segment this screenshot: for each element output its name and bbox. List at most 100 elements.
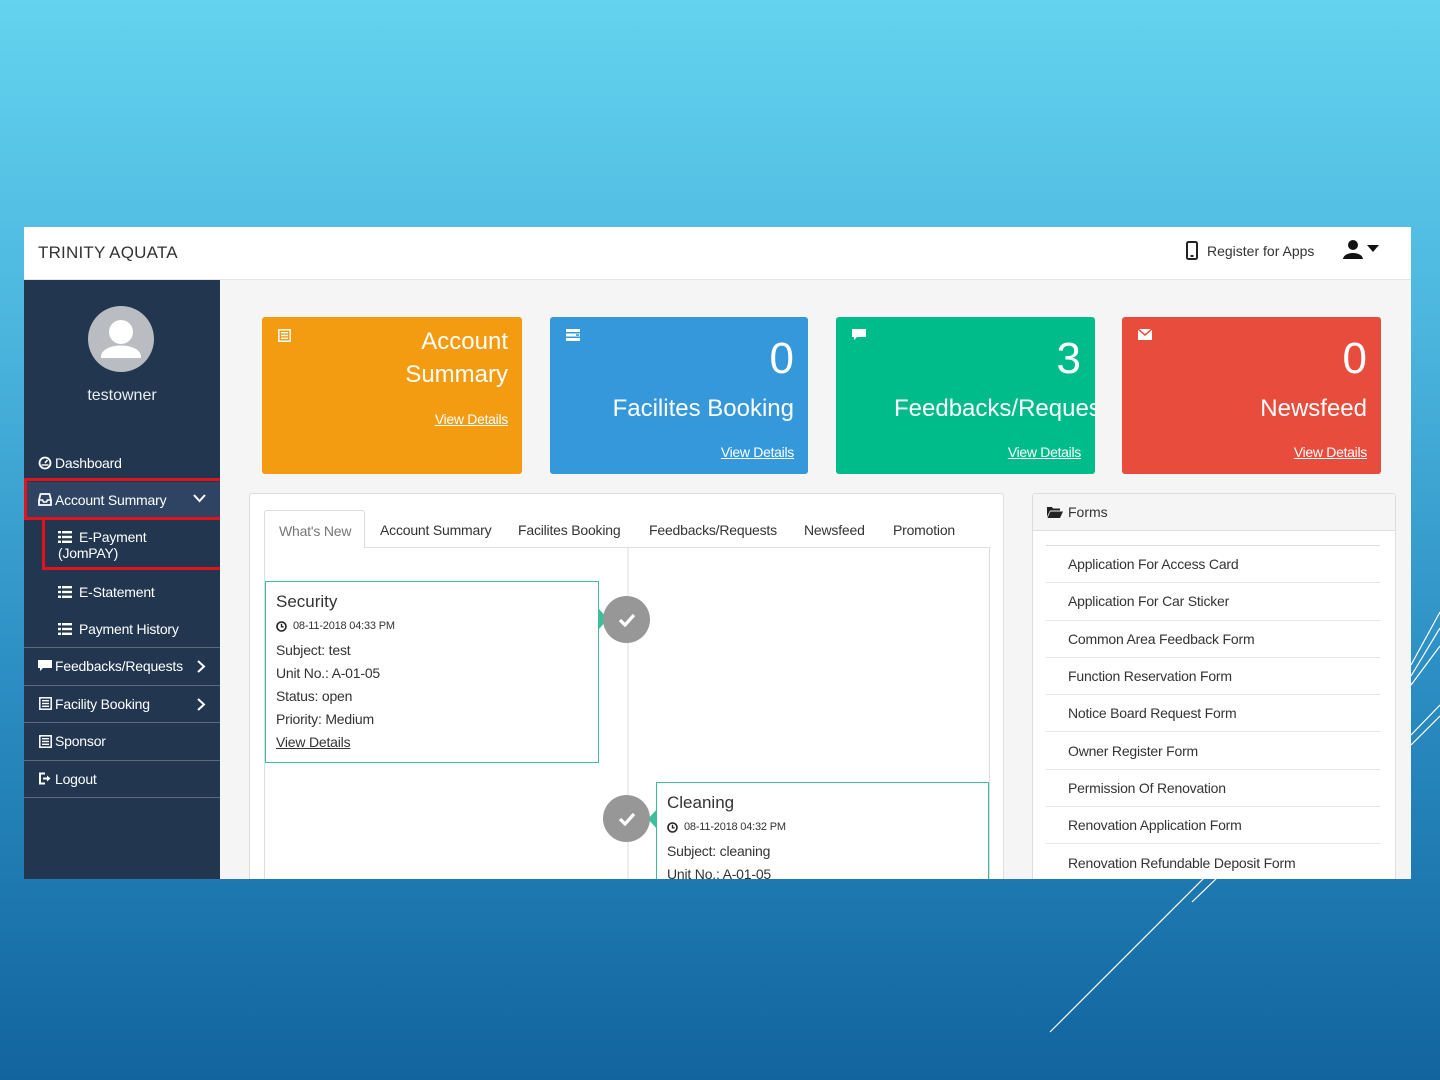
avatar — [88, 306, 154, 372]
main-content: Account Summary View Details 0 Facilites… — [220, 280, 1411, 879]
post-date: 08-11-2018 04:32 PM — [667, 821, 978, 833]
user-icon — [1343, 240, 1363, 259]
facilities-booking-card: 0 Facilites Booking View Details — [550, 317, 808, 474]
view-details-link[interactable]: View Details — [1008, 444, 1081, 460]
sidebar-item-dashboard[interactable]: Dashboard — [24, 444, 220, 482]
tab-feedbacks-requests[interactable]: Feedbacks/Requests — [649, 510, 777, 548]
sidebar-item-label: Sponsor — [55, 733, 106, 750]
chevron-right-icon — [197, 660, 206, 673]
list-alt-icon — [37, 697, 53, 711]
dashboard-icon — [37, 456, 53, 470]
form-link-access-card[interactable]: Application For Access Card — [1046, 546, 1380, 584]
feedbacks-requests-count: 3 — [1056, 334, 1081, 383]
folder-open-icon — [1047, 507, 1063, 518]
clock-icon — [276, 620, 287, 632]
view-details-link[interactable]: View Details — [435, 411, 508, 427]
register-for-apps-label: Register for Apps — [1207, 242, 1315, 259]
mobile-phone-icon — [1186, 241, 1198, 260]
inbox-icon — [37, 493, 53, 507]
sidebar-item-account-summary[interactable]: Account Summary — [24, 481, 220, 519]
chevron-right-icon — [197, 697, 206, 711]
register-for-apps-link[interactable]: Register for Apps — [1186, 241, 1314, 260]
logout-icon — [37, 772, 53, 786]
card-title: Feedbacks/Requests — [894, 395, 1095, 422]
tab-promotion[interactable]: Promotion — [893, 510, 955, 548]
timeline-badge — [603, 795, 650, 842]
user-avatar-icon — [101, 320, 141, 358]
app-window: TRINITY AQUATA Register for Apps testown… — [24, 227, 1411, 879]
account-summary-submenu: E-Payment E-Statement Payment History — [24, 519, 220, 648]
tab-bar: What's New Account Summary Facilites Boo… — [264, 510, 990, 549]
card-title-line2: Summary — [405, 361, 508, 388]
sidebar-item-facility-booking[interactable]: Facility Booking — [24, 686, 220, 723]
sidebar-item-sponsor[interactable]: Sponsor — [24, 723, 220, 761]
sidebar-item-feedbacks[interactable]: Feedbacks/Requests — [24, 648, 220, 686]
timeline-post: Security 08-11-2018 04:33 PM Subject: te… — [265, 581, 599, 763]
list-alt-icon — [278, 329, 291, 342]
card-title: Newsfeed — [1260, 395, 1367, 422]
forms-header: Forms — [1033, 494, 1395, 531]
post-subject: Subject: test — [276, 642, 351, 658]
e-payment-label-line1: E-Payment — [79, 529, 147, 545]
post-date: 08-11-2018 04:33 PM — [276, 620, 588, 632]
sidebar-item-label: Account Summary — [55, 491, 167, 508]
tab-account-summary[interactable]: Account Summary — [380, 510, 492, 548]
newsfeed-card: 0 Newsfeed View Details — [1122, 317, 1381, 474]
sidebar-item-label: Facility Booking — [55, 695, 150, 712]
sidebar-item-label: E-Statement — [79, 584, 155, 600]
list-icon — [58, 622, 74, 636]
view-details-link[interactable]: View Details — [721, 444, 794, 460]
sidebar-subitem-payment-history[interactable]: Payment History — [24, 610, 220, 647]
form-link-renovation-deposit[interactable]: Renovation Refundable Deposit Form — [1046, 844, 1380, 879]
activity-panel: What's New Account Summary Facilites Boo… — [249, 493, 1004, 879]
tab-facilites-booking[interactable]: Facilites Booking — [518, 510, 621, 548]
user-menu-dropdown[interactable] — [1342, 239, 1379, 259]
sidebar-item-logout[interactable]: Logout — [24, 761, 220, 798]
timeline-post: Cleaning 08-11-2018 04:32 PM Subject: cl… — [656, 782, 989, 879]
tasks-icon — [566, 329, 580, 341]
comment-icon — [37, 659, 53, 673]
post-priority: Priority: Medium — [276, 711, 374, 727]
list-icon — [58, 585, 74, 599]
form-link-renovation-application[interactable]: Renovation Application Form — [1046, 807, 1380, 845]
post-view-details-link[interactable]: View Details — [276, 734, 588, 750]
form-link-permission-of-renovation[interactable]: Permission Of Renovation — [1046, 770, 1380, 808]
card-title: Facilites Booking — [612, 395, 794, 422]
sidebar-subitem-e-payment[interactable]: E-Payment — [24, 519, 220, 573]
forms-list: Application For Access Card Application … — [1046, 545, 1380, 879]
sidebar: testowner Dashboard Account Summary E-Pa… — [24, 280, 220, 879]
form-link-notice-board-request[interactable]: Notice Board Request Form — [1046, 695, 1380, 733]
sidebar-item-label: Logout — [55, 770, 97, 787]
card-title-line1: Account — [421, 328, 508, 355]
form-link-function-reservation[interactable]: Function Reservation Form — [1046, 658, 1380, 696]
sidebar-item-label: Payment History — [79, 621, 179, 637]
clock-icon — [667, 821, 678, 833]
timeline-badge — [603, 596, 650, 643]
account-summary-card: Account Summary View Details — [262, 317, 522, 474]
username: testowner — [87, 387, 157, 404]
view-details-link[interactable]: View Details — [1294, 444, 1367, 460]
tab-whats-new[interactable]: What's New — [264, 510, 366, 549]
forms-heading: Forms — [1068, 504, 1108, 520]
sidebar-subitem-e-statement[interactable]: E-Statement — [24, 573, 220, 610]
check-icon — [618, 613, 635, 627]
tab-newsfeed[interactable]: Newsfeed — [804, 510, 865, 548]
sidebar-item-label: Dashboard — [55, 454, 122, 471]
sidebar-nav: Dashboard Account Summary E-Payment E-St… — [24, 444, 220, 798]
chevron-down-icon — [193, 493, 206, 502]
timeline: Security 08-11-2018 04:33 PM Subject: te… — [264, 548, 990, 879]
form-link-common-area-feedback[interactable]: Common Area Feedback Form — [1046, 621, 1380, 658]
comment-icon — [852, 329, 866, 340]
e-payment-label-line2: (JomPAY) — [58, 545, 119, 561]
form-link-owner-register[interactable]: Owner Register Form — [1046, 732, 1380, 770]
facilities-booking-count: 0 — [769, 334, 794, 383]
sidebar-item-label: Feedbacks/Requests — [55, 658, 183, 675]
brand-title[interactable]: TRINITY AQUATA — [38, 243, 178, 263]
list-icon — [58, 530, 74, 544]
top-navbar: TRINITY AQUATA Register for Apps — [24, 227, 1411, 280]
form-link-car-sticker[interactable]: Application For Car Sticker — [1046, 583, 1380, 621]
post-status: Status: open — [276, 688, 353, 704]
forms-panel: Forms Application For Access Card Applic… — [1032, 493, 1396, 879]
caret-down-icon — [1367, 245, 1379, 252]
post-unit: Unit No.: A-01-05 — [667, 866, 771, 879]
